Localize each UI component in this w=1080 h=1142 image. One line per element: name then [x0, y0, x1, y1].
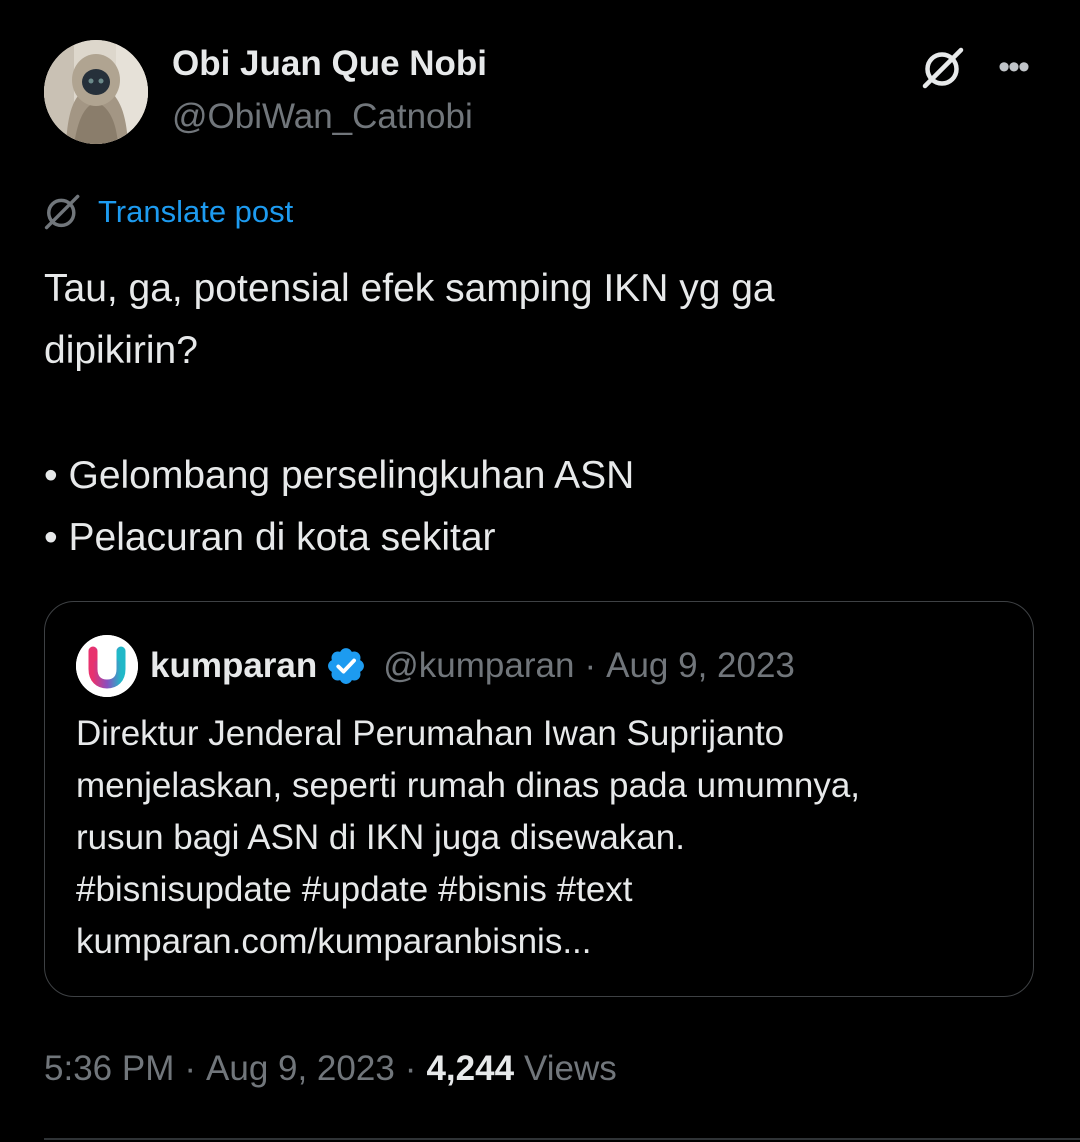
views-label: Views	[524, 1049, 617, 1088]
translate-post-link[interactable]: Translate post	[44, 190, 293, 234]
tweet-header: Obi Juan Que Nobi @ObiWan_Catnobi •••	[44, 40, 1044, 144]
grok-icon[interactable]	[922, 46, 966, 90]
quoted-author-name[interactable]: kumparan	[150, 646, 317, 686]
quoted-tweet-header: kumparan @kumparan · Aug 9, 2023	[76, 635, 795, 697]
separator-dot: ·	[184, 1049, 197, 1088]
separator-dot: ·	[584, 646, 597, 685]
quoted-tweet-date[interactable]: Aug 9, 2023	[606, 646, 795, 686]
quoted-author-avatar[interactable]	[76, 635, 138, 697]
verified-badge-icon	[325, 645, 367, 687]
tweet-date[interactable]: Aug 9, 2023	[206, 1049, 395, 1089]
tweet-list-item: • Gelombang perselingkuhan ASN	[44, 454, 635, 497]
more-icon[interactable]: •••	[990, 44, 1036, 90]
tweet-metadata: 5:36 PM · Aug 9, 2023 · 4,244 Views	[44, 1044, 617, 1094]
grok-icon	[44, 193, 82, 231]
quoted-text-line: rusun bagi ASN di IKN juga disewakan.	[76, 818, 685, 857]
translate-post-label: Translate post	[98, 194, 294, 229]
tweet-list-item: • Pelacuran di kota sekitar	[44, 516, 496, 559]
tweet-text-blank-line	[44, 382, 1034, 445]
author-avatar[interactable]	[44, 40, 148, 144]
quoted-text-line: menjelaskan, seperti rumah dinas pada um…	[76, 766, 861, 805]
quoted-hashtags[interactable]: #bisnisupdate #update #bisnis #text	[76, 864, 1016, 916]
author-handle[interactable]: @ObiWan_Catnobi	[172, 97, 473, 137]
quoted-tweet-text: Direktur Jenderal Perumahan Iwan Suprija…	[76, 708, 1016, 968]
tweet-text: Tau, ga, potensial efek samping IKN yg g…	[44, 258, 1034, 569]
tweet-text-line: Tau, ga, potensial efek samping IKN yg g…	[44, 267, 775, 310]
quoted-text-line: Direktur Jenderal Perumahan Iwan Suprija…	[76, 714, 785, 753]
quoted-author-handle[interactable]: @kumparan	[383, 646, 574, 686]
tweet-time[interactable]: 5:36 PM	[44, 1049, 174, 1089]
quoted-link[interactable]: kumparan.com/kumparanbisnis...	[76, 916, 1016, 968]
author-name[interactable]: Obi Juan Que Nobi	[172, 44, 487, 84]
separator-dot: ·	[404, 1049, 417, 1088]
quoted-tweet-card[interactable]: kumparan @kumparan · Aug 9, 2023 Direktu…	[44, 601, 1034, 997]
views-count: 4,244	[426, 1049, 515, 1088]
tweet-text-line: dipikirin?	[44, 329, 198, 372]
divider	[44, 1138, 1080, 1140]
